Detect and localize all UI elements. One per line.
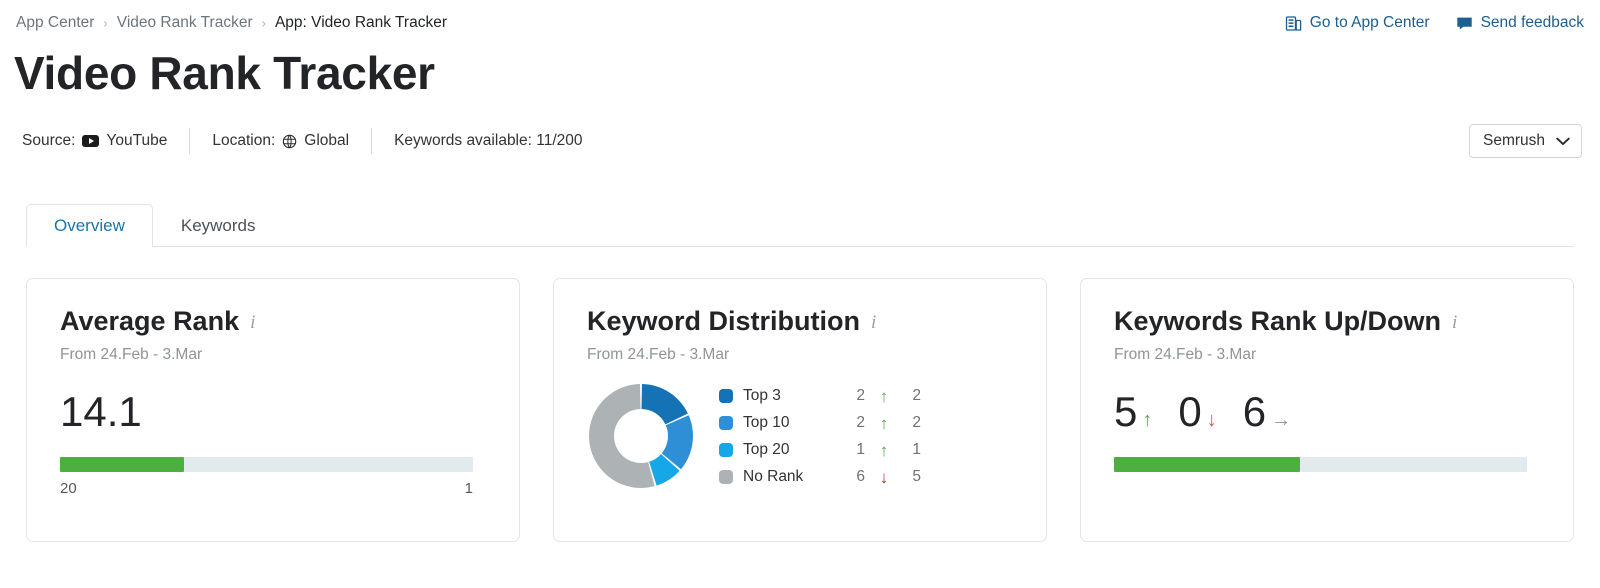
arrow-down-icon: ↓ [879, 467, 889, 487]
page-title: Video Rank Tracker [14, 47, 435, 99]
account-select[interactable]: Semrush [1469, 124, 1582, 158]
legend-delta: 2 [912, 387, 921, 405]
breadcrumb-item-video-rank-tracker[interactable]: Video Rank Tracker [117, 14, 253, 32]
rank-up-down-progress-track [1114, 456, 1527, 472]
card-average-rank-subtitle: From 24.Feb - 3.Mar [60, 345, 203, 363]
legend-item[interactable]: Top 10 2 ↑ 2 [719, 414, 921, 432]
average-rank-value: 14.1 [60, 387, 142, 435]
average-rank-scale: 20 1 [60, 480, 473, 497]
average-rank-scale-left: 20 [60, 479, 77, 497]
donut-slice[interactable] [641, 383, 688, 425]
legend-item[interactable]: Top 20 1 ↑ 1 [719, 441, 921, 459]
card-keyword-distribution: Keyword Distribution i From 24.Feb - 3.M… [553, 278, 1047, 542]
speech-bubble-icon [1456, 15, 1473, 32]
meta-location-value: Global [304, 132, 350, 149]
card-average-rank: Average Rank i From 24.Feb - 3.Mar 14.1 … [26, 278, 520, 542]
tab-overview[interactable]: Overview [26, 204, 153, 247]
arrow-up-icon: ↑ [879, 386, 889, 406]
legend-count: 1 [856, 441, 865, 459]
breadcrumb: App Center › Video Rank Tracker › App: V… [16, 14, 447, 32]
meta-location: Location: Global [212, 132, 349, 150]
legend-color-swatch [719, 470, 733, 485]
card-keyword-distribution-title: Keyword Distribution [587, 306, 861, 336]
keyword-distribution-body: Top 3 2 ↑ 2 Top 10 2 ↑ 2 Top 20 1 ↑ 1 No Rank 6 ↓ 5 [587, 382, 1015, 490]
meta-keywords-available-text: Keywords available: 11/200 [394, 132, 583, 149]
video-rank-tracker-page: App Center › Video Rank Tracker › App: V… [0, 0, 1600, 588]
card-average-rank-title: Average Rank [60, 306, 240, 336]
arrow-up-icon: ↑ [1142, 408, 1153, 431]
breadcrumb-separator-icon: › [103, 15, 108, 30]
meta-location-label: Location: [212, 132, 276, 149]
info-icon[interactable]: i [871, 312, 876, 334]
card-keywords-rank-up-down: Keywords Rank Up/Down i From 24.Feb - 3.… [1080, 278, 1574, 542]
average-rank-scale-right: 1 [464, 479, 473, 497]
legend-delta: 2 [912, 414, 921, 432]
account-select-value: Semrush [1483, 132, 1546, 149]
legend-item[interactable]: Top 3 2 ↑ 2 [719, 387, 921, 405]
legend-delta: 5 [912, 468, 921, 486]
rank-change-summary: 5 ↑ 0 ↓ 6 → [1114, 387, 1542, 435]
overview-cards: Average Rank i From 24.Feb - 3.Mar 14.1 … [26, 278, 1574, 542]
donut-chart [587, 382, 695, 490]
arrow-up-icon: ↑ [879, 413, 889, 433]
info-icon[interactable]: i [250, 312, 255, 334]
legend-item[interactable]: No Rank 6 ↓ 5 [719, 468, 921, 486]
legend-label: Top 3 [743, 387, 781, 405]
rank-down-group: 0 ↓ [1178, 387, 1217, 435]
card-keywords-rank-up-down-subtitle: From 24.Feb - 3.Mar [1114, 345, 1257, 363]
legend-label: Top 10 [743, 414, 790, 432]
chevron-down-icon [1556, 137, 1570, 146]
rank-up-value: 5 [1114, 387, 1138, 435]
rank-down-value: 0 [1178, 387, 1202, 435]
meta-row: Source: YouTube Location: Global Keyword… [22, 128, 583, 154]
app-card-icon [1285, 15, 1302, 32]
youtube-icon [82, 135, 100, 147]
send-feedback-label: Send feedback [1480, 14, 1584, 31]
rank-up-group: 5 ↑ [1114, 387, 1153, 435]
arrow-right-icon: → [1271, 408, 1292, 431]
go-to-app-center-link[interactable]: Go to App Center [1285, 14, 1430, 32]
tab-keywords-label: Keywords [180, 215, 256, 235]
card-keyword-distribution-subtitle: From 24.Feb - 3.Mar [587, 345, 730, 363]
average-rank-progress-track [60, 456, 473, 472]
legend-label: No Rank [743, 468, 804, 486]
breadcrumb-separator-icon: › [261, 15, 266, 30]
legend-delta: 1 [912, 441, 921, 459]
rank-flat-value: 6 [1242, 387, 1267, 435]
tab-keywords[interactable]: Keywords [153, 204, 284, 247]
legend-label: Top 20 [743, 441, 790, 459]
meta-divider [371, 128, 373, 154]
legend-color-swatch [719, 443, 733, 458]
legend-color-swatch [719, 389, 733, 404]
tab-overview-label: Overview [54, 215, 125, 235]
donut-legend: Top 3 2 ↑ 2 Top 10 2 ↑ 2 Top 20 1 ↑ 1 No Rank 6 ↓ 5 [719, 385, 921, 486]
rank-up-down-progress-fill [1114, 456, 1300, 472]
legend-color-swatch [719, 416, 733, 431]
average-rank-progress-fill [60, 456, 184, 472]
card-keywords-rank-up-down-title: Keywords Rank Up/Down [1114, 306, 1442, 336]
go-to-app-center-label: Go to App Center [1309, 14, 1430, 31]
meta-keywords-available: Keywords available: 11/200 [394, 132, 582, 150]
meta-divider [189, 128, 191, 154]
legend-count: 2 [856, 414, 865, 432]
info-icon[interactable]: i [1452, 312, 1457, 334]
arrow-down-icon: ↓ [1206, 408, 1217, 431]
legend-count: 6 [856, 468, 865, 486]
rank-flat-group: 6 → [1242, 387, 1292, 435]
card-keyword-distribution-header: Keyword Distribution i [587, 306, 1015, 337]
meta-source-value: YouTube [106, 132, 168, 149]
breadcrumb-item-current: App: Video Rank Tracker [274, 14, 447, 31]
meta-source-label: Source: [22, 132, 76, 149]
meta-source: Source: YouTube [22, 132, 167, 150]
send-feedback-link[interactable]: Send feedback [1456, 14, 1584, 32]
top-actions: Go to App Center Send feedback [1285, 14, 1584, 32]
breadcrumb-item-app-center[interactable]: App Center [16, 14, 94, 32]
card-average-rank-header: Average Rank i [60, 306, 488, 337]
arrow-up-icon: ↑ [879, 440, 889, 460]
tab-bar: Overview Keywords [0, 203, 1600, 247]
legend-count: 2 [856, 387, 865, 405]
globe-icon [282, 134, 297, 149]
card-keywords-rank-up-down-header: Keywords Rank Up/Down i [1114, 306, 1542, 337]
top-bar: App Center › Video Rank Tracker › App: V… [0, 0, 1600, 46]
